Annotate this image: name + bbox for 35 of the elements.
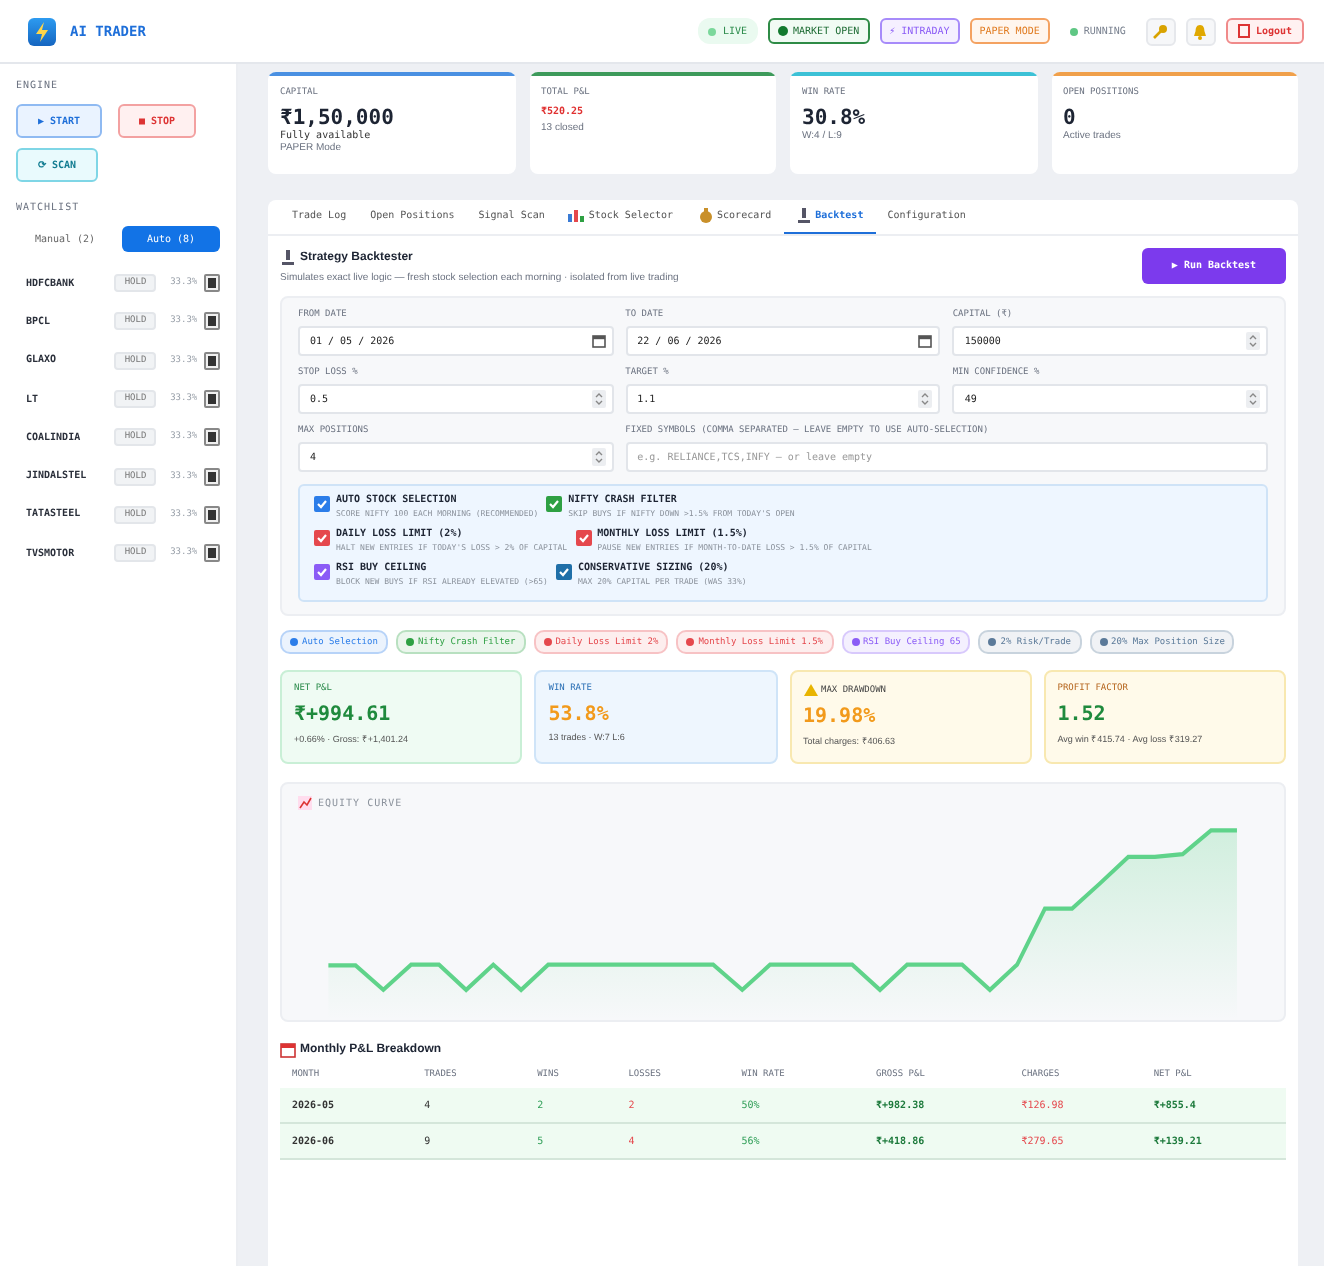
key-icon: [1152, 23, 1169, 39]
metric-value: 53.8%: [548, 704, 611, 726]
square-icon: [207, 548, 216, 559]
spinner-icon: [918, 390, 933, 408]
chart-icon: [298, 796, 312, 810]
stat-value: ₹1,50,000: [280, 105, 396, 129]
spinner-icon: [1246, 390, 1260, 408]
square-icon: [207, 278, 216, 289]
checkbox[interactable]: [314, 496, 330, 512]
metric-value: 19.98%: [803, 706, 878, 728]
square-icon: [207, 432, 216, 443]
spinner-icon: [591, 448, 606, 466]
square-icon: [207, 471, 216, 482]
metric-value: ₹+994.61: [294, 704, 393, 726]
square-icon: [207, 316, 216, 327]
bell-icon: [1192, 23, 1209, 39]
calendar-icon: [280, 1042, 296, 1058]
square-icon: [207, 509, 216, 520]
checkbox[interactable]: [314, 530, 330, 546]
checkbox[interactable]: [575, 530, 592, 546]
stat-value: 0: [1063, 105, 1078, 129]
metric-value: 1.52: [1057, 704, 1108, 726]
spinner-icon: [591, 390, 606, 408]
spinner-icon: [1246, 332, 1260, 350]
checkbox[interactable]: [555, 564, 572, 580]
stat-value: 30.8%: [802, 105, 868, 129]
square-icon: [207, 394, 216, 405]
calendar-icon: [591, 334, 606, 348]
lightning-icon: [34, 21, 50, 41]
remove-button[interactable]: [203, 351, 221, 370]
calendar-icon: [918, 334, 933, 348]
checkbox[interactable]: [314, 564, 330, 580]
remove-button[interactable]: [203, 544, 221, 563]
checkbox[interactable]: [546, 496, 563, 512]
square-icon: [207, 355, 216, 366]
